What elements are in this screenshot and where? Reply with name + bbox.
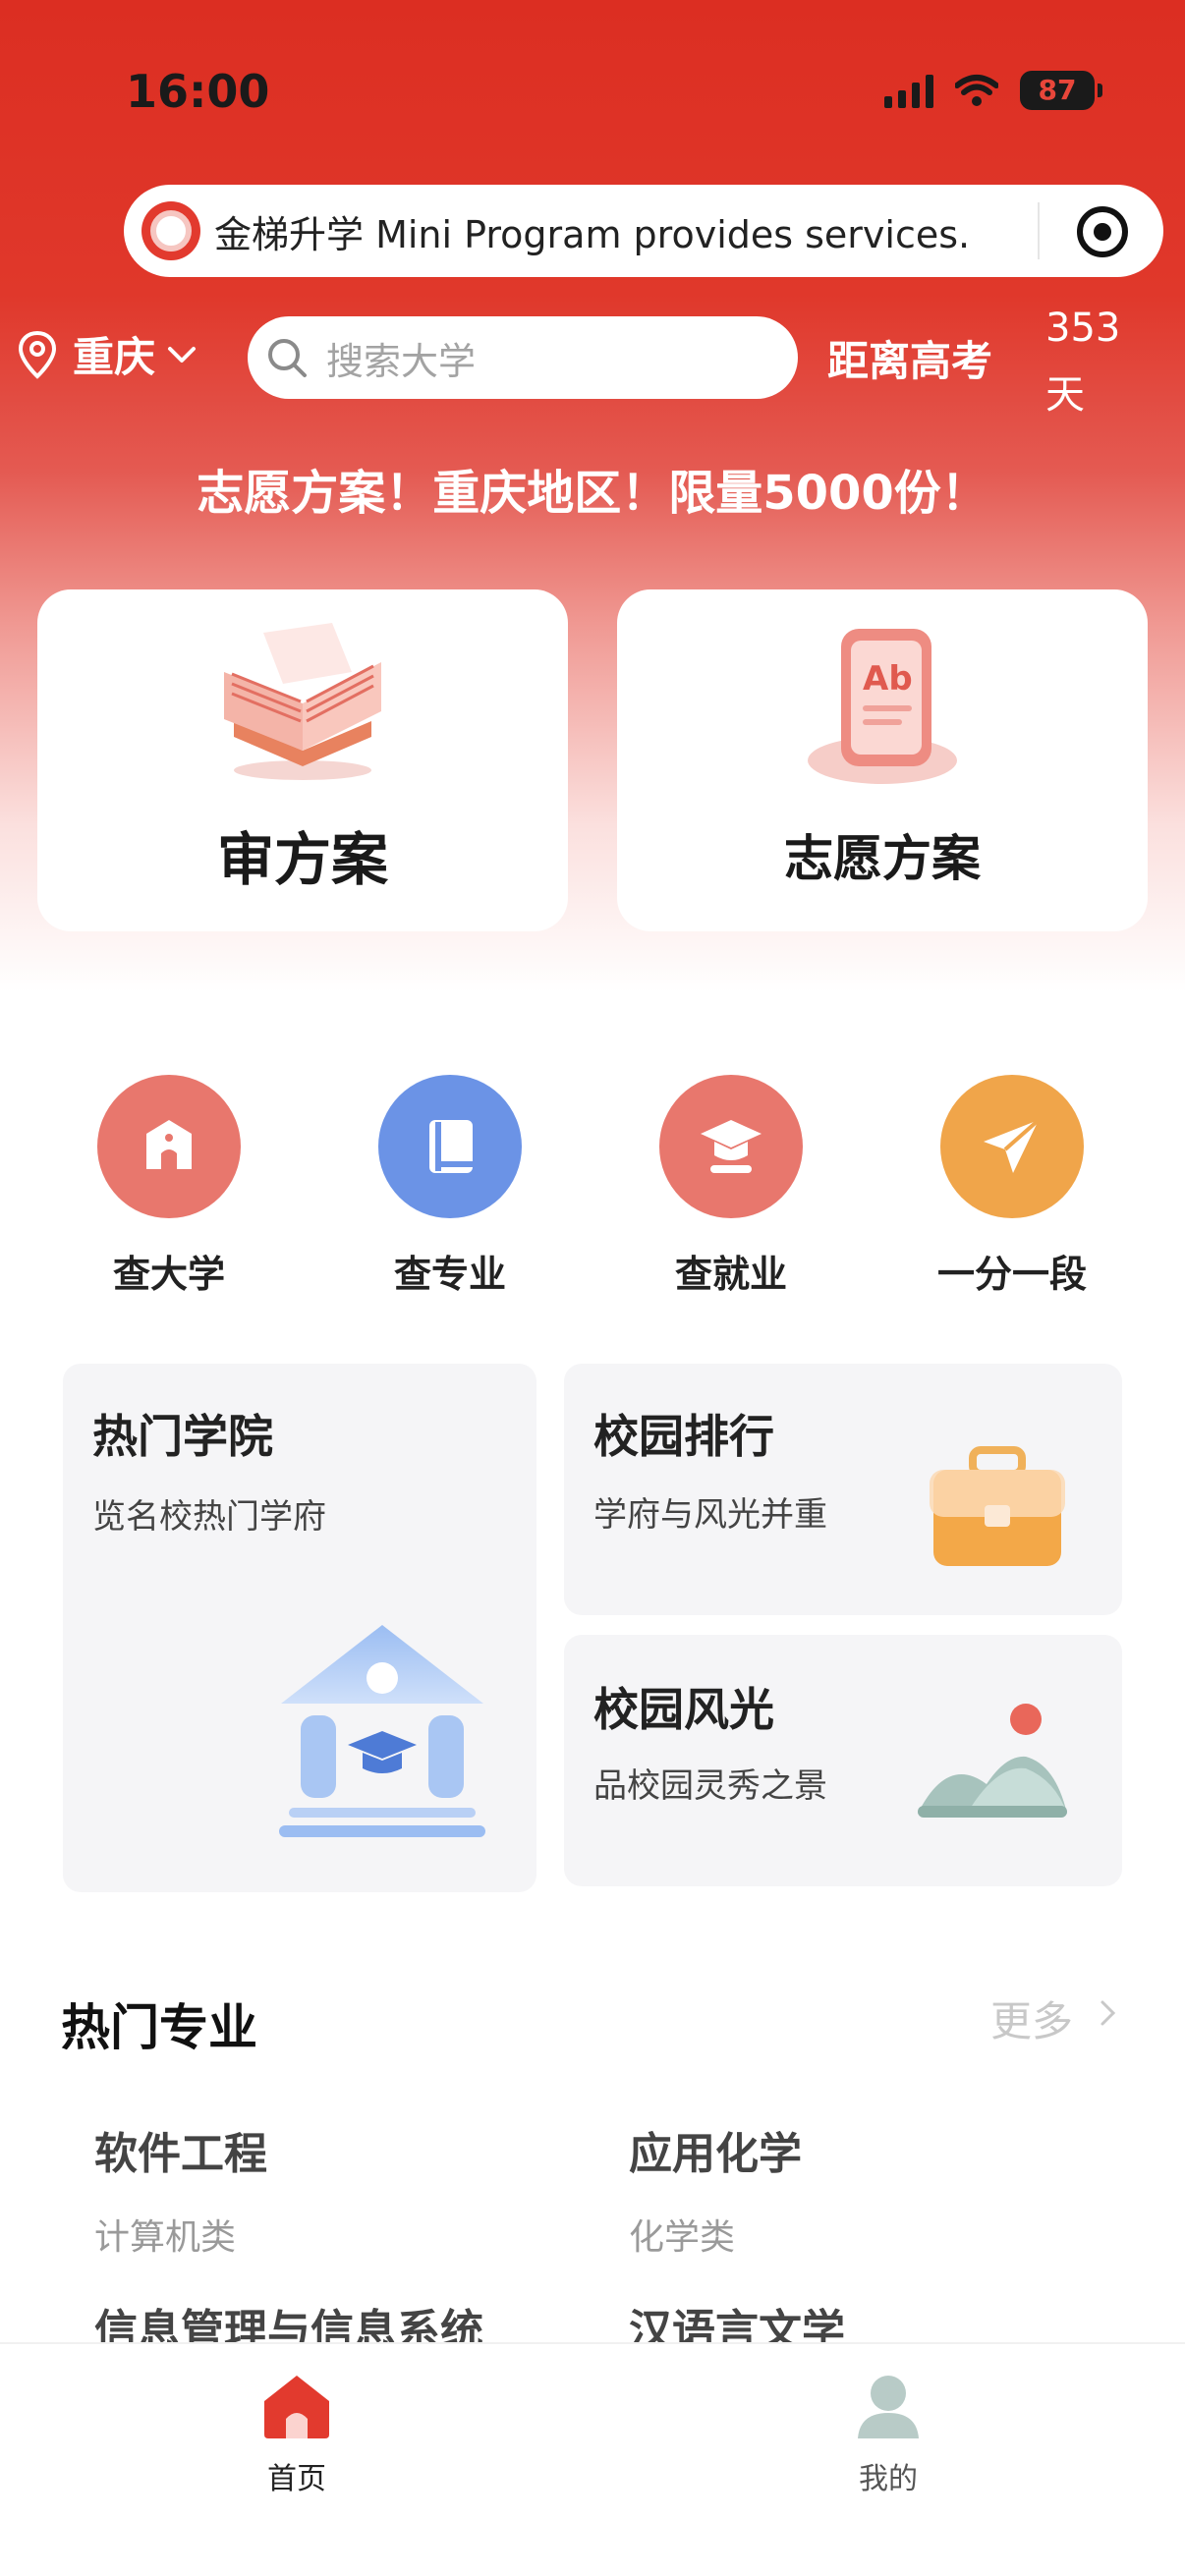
svg-text:Ab: Ab	[863, 659, 913, 699]
home-icon	[264, 2376, 329, 2438]
quick-action-employment[interactable]: 查就业	[613, 1075, 849, 1298]
review-plan-card[interactable]: 审方案	[37, 589, 568, 931]
app-logo-icon	[141, 201, 200, 260]
briefcase-icon	[930, 1446, 1065, 1566]
location-label: 重庆	[73, 333, 156, 381]
chevron-right-icon[interactable]	[1099, 1998, 1118, 2028]
countdown-label: 距离高考	[827, 337, 993, 385]
review-plan-label: 审方案	[216, 826, 388, 893]
chevron-down-icon	[168, 346, 197, 363]
tile-title: 热门学院	[92, 1410, 273, 1463]
major-category: 计算机类	[94, 2217, 237, 2258]
campus-rank-tile[interactable]: 校园排行 学府与风光并重	[564, 1364, 1122, 1615]
tab-profile[interactable]: 我的	[790, 2374, 987, 2497]
book-icon	[378, 1075, 522, 1218]
location-selector[interactable]: 重庆	[16, 324, 197, 384]
quick-action-university[interactable]: 查大学	[51, 1075, 287, 1298]
status-time: 16:00	[126, 65, 270, 118]
paper-plane-icon	[940, 1075, 1084, 1218]
mini-program-banner[interactable]: 金梯升学 Mini Program provides services.	[124, 185, 1163, 277]
signal-icon	[884, 73, 933, 108]
application-plan-card[interactable]: Ab 志愿方案	[617, 589, 1148, 931]
location-pin-icon	[18, 330, 57, 379]
campus-scenery-tile[interactable]: 校园风光 品校园灵秀之景	[564, 1635, 1122, 1886]
tile-subtitle: 学府与风光并重	[593, 1495, 827, 1535]
tile-title: 校园风光	[593, 1683, 774, 1736]
quick-action-label: 查大学	[112, 1253, 225, 1296]
tab-label: 首页	[267, 2462, 326, 2496]
hot-colleges-tile[interactable]: 热门学院 览名校热门学府	[63, 1364, 536, 1892]
application-plan-label: 志愿方案	[784, 830, 981, 887]
search-input[interactable]: 搜索大学	[248, 316, 798, 399]
divider	[1038, 202, 1040, 259]
quick-action-major[interactable]: 查专业	[332, 1075, 568, 1298]
tile-title: 校园排行	[593, 1410, 774, 1463]
open-book-icon	[224, 623, 381, 780]
battery-icon: 87	[1020, 71, 1102, 110]
graduation-cap-icon	[659, 1075, 803, 1218]
phone-ab-icon: Ab	[808, 629, 957, 784]
more-link[interactable]: 更多	[990, 1988, 1073, 2048]
quick-action-label: 查就业	[674, 1253, 787, 1296]
mountain-sun-icon	[918, 1704, 1067, 1818]
major-category: 化学类	[629, 2217, 736, 2258]
major-name[interactable]: 应用化学	[629, 2118, 802, 2181]
countdown-days: 353 天	[1045, 295, 1144, 428]
search-icon	[268, 339, 307, 377]
bottom-tab-bar: 首页 我的	[0, 2342, 1185, 2576]
quick-action-label: 查专业	[393, 1253, 506, 1296]
wifi-icon	[955, 75, 998, 106]
user-avatar-icon	[858, 2376, 919, 2438]
close-target-icon[interactable]	[1077, 206, 1128, 257]
promo-banner-text[interactable]: 志愿方案！重庆地区！限量5000份！	[0, 454, 1185, 523]
tab-home[interactable]: 首页	[198, 2374, 395, 2497]
countdown-unit: 天	[1045, 372, 1085, 418]
quick-action-score-rank[interactable]: 一分一段	[894, 1075, 1130, 1298]
tile-subtitle: 品校园灵秀之景	[593, 1766, 827, 1806]
search-placeholder: 搜索大学	[326, 339, 477, 383]
major-name[interactable]: 软件工程	[94, 2118, 267, 2181]
countdown-value: 353	[1045, 306, 1121, 351]
tile-subtitle: 览名校热门学府	[92, 1497, 326, 1537]
university-icon	[97, 1075, 241, 1218]
tab-label: 我的	[859, 2462, 918, 2496]
school-building-icon	[279, 1625, 485, 1837]
quick-action-label: 一分一段	[936, 1253, 1087, 1296]
mini-program-text: 金梯升学 Mini Program provides services.	[214, 212, 971, 256]
status-indicators: 87	[884, 71, 1102, 110]
hot-majors-title: 热门专业	[61, 1999, 257, 2056]
